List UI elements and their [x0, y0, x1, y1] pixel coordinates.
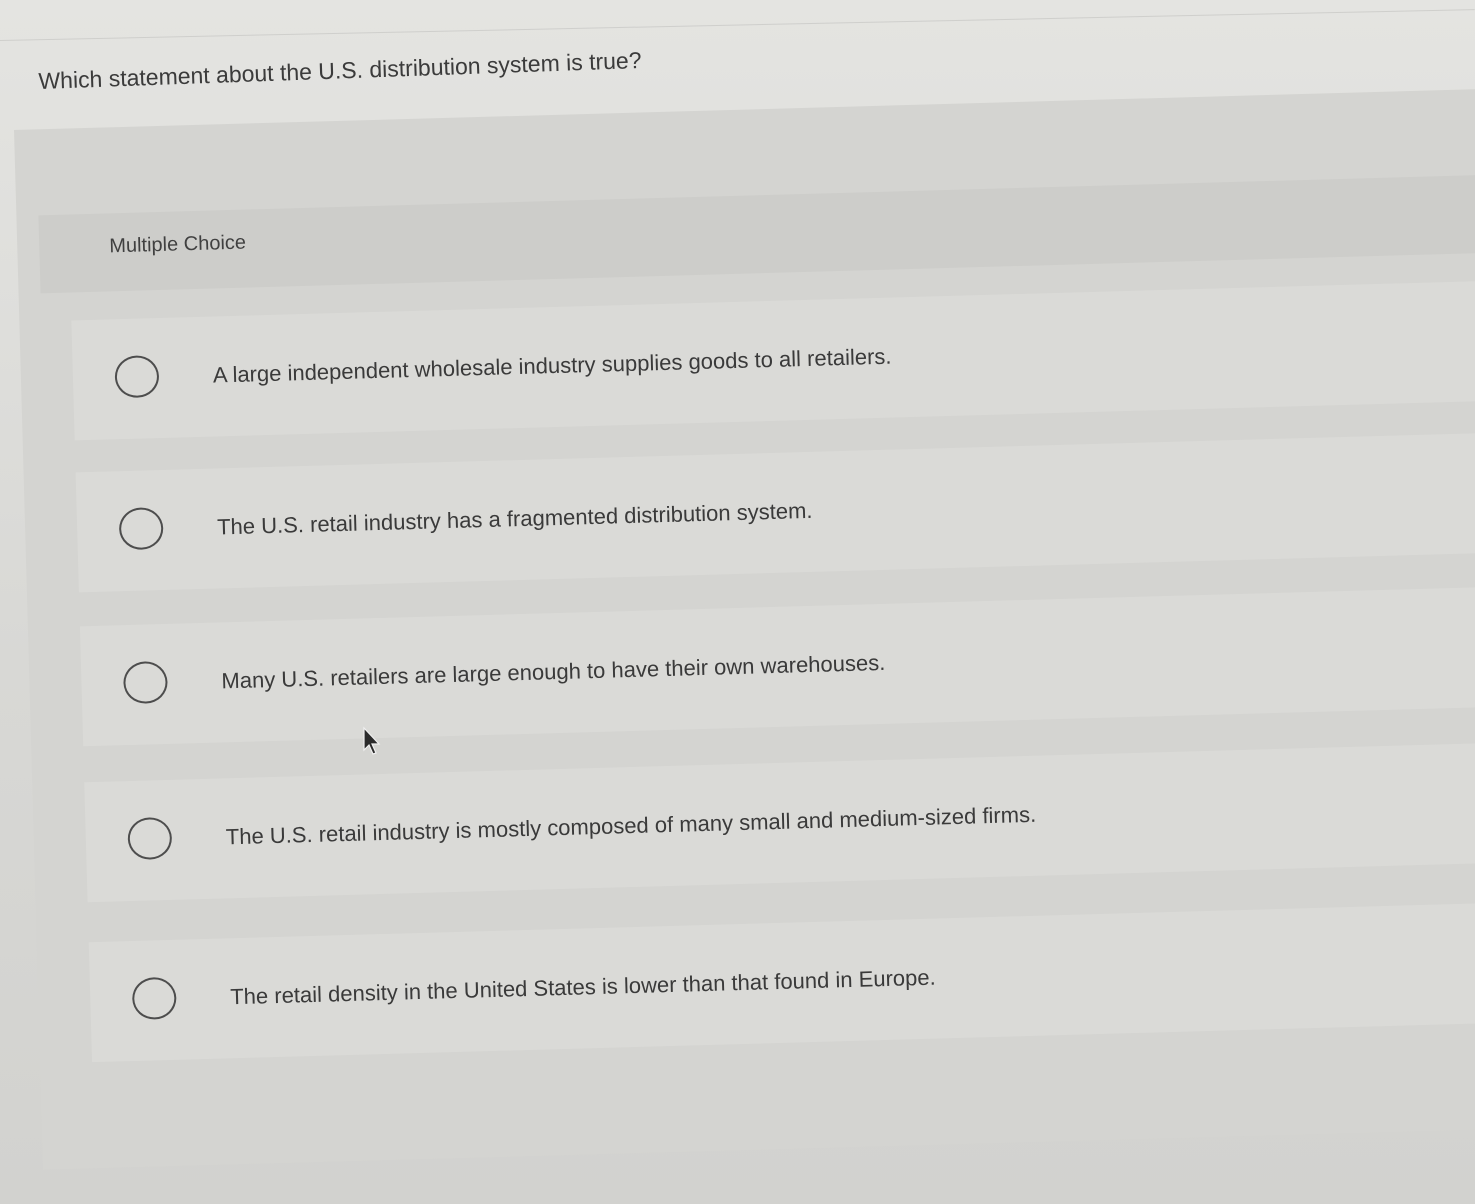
question-text: Which statement about the U.S. distribut…: [38, 46, 642, 94]
mouse-pointer-icon: [363, 726, 381, 755]
answer-option-label: Many U.S. retailers are large enough to …: [221, 649, 886, 694]
radio-unchecked-icon[interactable]: [127, 816, 173, 861]
answer-option-label: The retail density in the United States …: [229, 964, 937, 1010]
answer-option-3[interactable]: Many U.S. retailers are large enough to …: [79, 586, 1475, 747]
answer-option-4[interactable]: The U.S. retail industry is mostly compo…: [84, 742, 1475, 903]
top-divider: [0, 9, 1475, 41]
answer-option-label: A large independent wholesale industry s…: [212, 343, 892, 388]
page: Which statement about the U.S. distribut…: [0, 0, 1475, 1204]
answer-option-5[interactable]: The retail density in the United States …: [88, 902, 1475, 1063]
radio-unchecked-icon[interactable]: [122, 660, 169, 705]
answer-option-2[interactable]: The U.S. retail industry has a fragmente…: [75, 432, 1475, 593]
panel-header: Multiple Choice: [38, 174, 1475, 294]
answer-option-1[interactable]: A large independent wholesale industry s…: [71, 280, 1475, 441]
radio-unchecked-icon[interactable]: [131, 976, 177, 1021]
radio-unchecked-icon[interactable]: [118, 506, 164, 551]
answer-option-label: The U.S. retail industry is mostly compo…: [225, 801, 1037, 850]
multiple-choice-panel: Multiple Choice A large independent whol…: [14, 88, 1475, 1170]
radio-unchecked-icon[interactable]: [114, 355, 160, 399]
question-type-label: Multiple Choice: [108, 231, 247, 258]
answer-option-label: The U.S. retail industry has a fragmente…: [216, 497, 813, 540]
